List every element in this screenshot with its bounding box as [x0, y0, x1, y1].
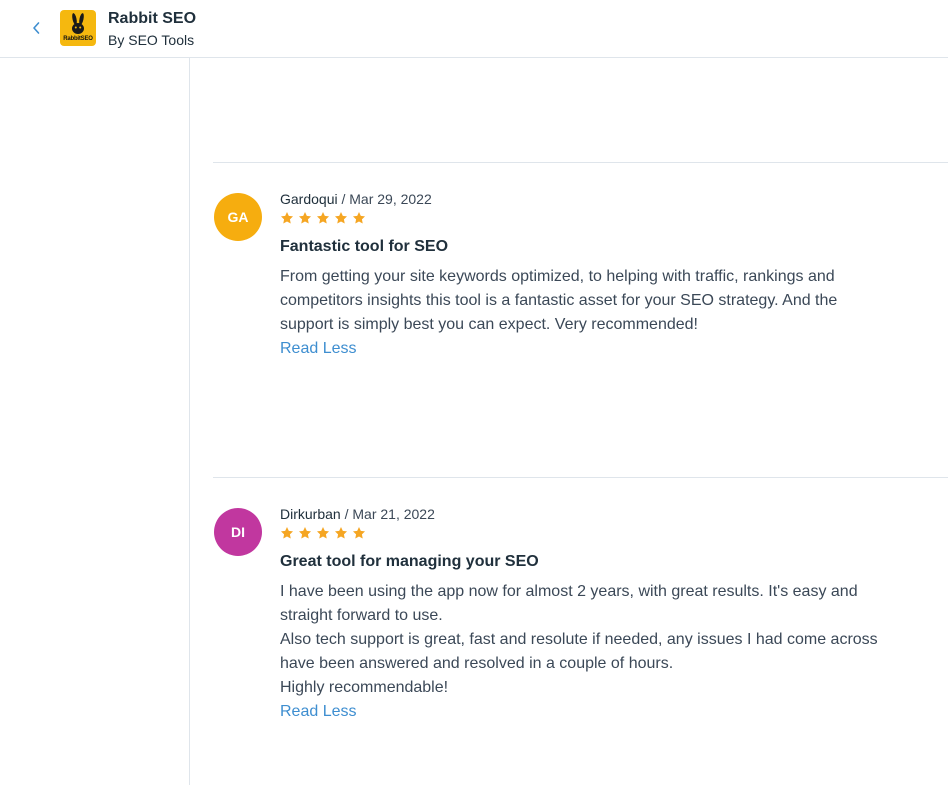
review-text: I have been using the app now for almost… [280, 580, 890, 700]
star-rating [280, 211, 890, 227]
star-icon [316, 527, 330, 539]
review-author: Gardoqui [280, 191, 338, 207]
review-date: / Mar 21, 2022 [340, 506, 435, 522]
review-body: Dirkurban / Mar 21, 2022 Great tool for … [280, 506, 890, 724]
review-text: From getting your site keywords optimize… [280, 265, 890, 337]
star-icon [352, 212, 366, 224]
avatar: DI [214, 508, 262, 556]
avatar: GA [214, 193, 262, 241]
review-date: / Mar 29, 2022 [337, 191, 432, 207]
app-logo: RabbitSEO [60, 10, 96, 46]
star-icon [280, 527, 294, 539]
logo-text: RabbitSEO [63, 36, 93, 42]
star-icon [352, 527, 366, 539]
sidebar-divider [189, 58, 190, 785]
review-title: Fantastic tool for SEO [280, 238, 449, 255]
star-rating [280, 526, 890, 542]
back-button[interactable] [24, 14, 48, 42]
app-header: RabbitSEO Rabbit SEO By SEO Tools [0, 0, 948, 58]
star-icon [316, 212, 330, 224]
read-less-link[interactable]: Read Less [280, 700, 357, 724]
star-icon [298, 212, 312, 224]
read-less-link[interactable]: Read Less [280, 337, 357, 361]
star-icon [334, 212, 348, 224]
review-paragraph: Also tech support is great, fast and res… [280, 631, 878, 672]
review-meta: Gardoqui / Mar 29, 2022 [280, 191, 890, 207]
review-paragraph: From getting your site keywords optimize… [280, 268, 838, 333]
review-body: Gardoqui / Mar 29, 2022 Fantastic tool f… [280, 191, 890, 361]
star-icon [280, 212, 294, 224]
star-icon [334, 527, 348, 539]
app-name: Rabbit SEO [108, 10, 197, 27]
review-title: Great tool for managing your SEO [280, 553, 539, 570]
review-paragraph: Highly recommendable! [280, 679, 449, 696]
app-vendor: By SEO Tools [108, 32, 195, 48]
review-meta: Dirkurban / Mar 21, 2022 [280, 506, 890, 522]
review-paragraph: I have been using the app now for almost… [280, 583, 858, 624]
review-divider [213, 162, 948, 163]
chevron-left-icon [33, 22, 40, 34]
review-author: Dirkurban [280, 506, 341, 522]
star-icon [298, 527, 312, 539]
review-divider [213, 477, 948, 478]
